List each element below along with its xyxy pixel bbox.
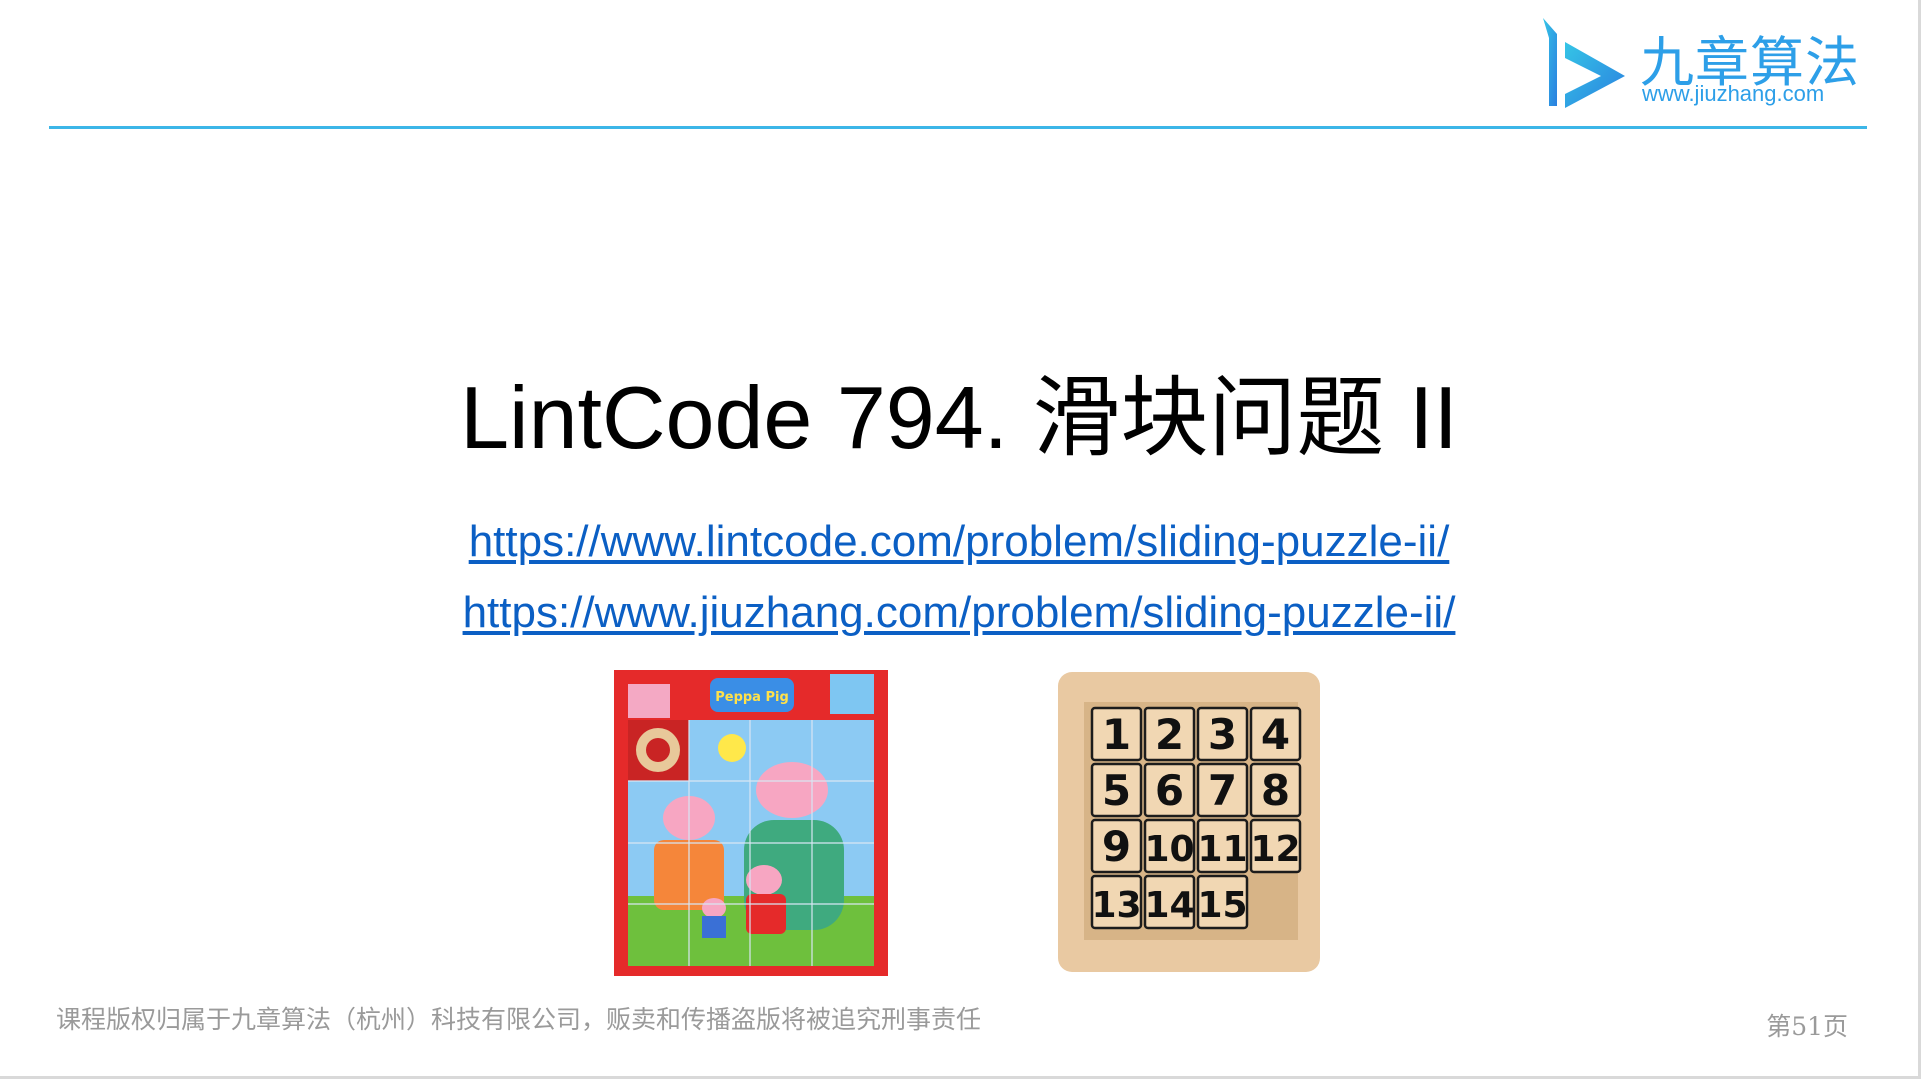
peppa-brand-label: Peppa Pig <box>715 690 789 705</box>
number-tile-label: 11 <box>1197 829 1247 870</box>
number-tile-label: 4 <box>1261 710 1290 759</box>
jiuzhang-link-row: https://www.jiuzhang.com/problem/sliding… <box>0 587 1918 639</box>
slide: 九章算法 www.jiuzhang.com LintCode 794. 滑块问题… <box>0 0 1921 1079</box>
number-tile-label: 9 <box>1102 822 1131 871</box>
number-tile-label: 14 <box>1144 885 1194 926</box>
jiuzhang-link[interactable]: https://www.jiuzhang.com/problem/sliding… <box>463 588 1456 637</box>
slide-title: LintCode 794. 滑块问题 II <box>460 368 1458 467</box>
number-tile-label: 12 <box>1250 829 1300 870</box>
number-tile-label: 3 <box>1208 710 1237 759</box>
peppa-puzzle-image: Peppa Pig <box>614 670 888 976</box>
number-tile-label: 5 <box>1102 766 1131 815</box>
number-tile-label: 15 <box>1197 885 1247 926</box>
number-tile-label: 6 <box>1155 766 1184 815</box>
number-tile-label: 1 <box>1102 710 1131 759</box>
logo-url: www.jiuzhang.com <box>1642 81 1825 106</box>
lintcode-link[interactable]: https://www.lintcode.com/problem/sliding… <box>469 517 1450 566</box>
lintcode-link-row: https://www.lintcode.com/problem/sliding… <box>0 516 1918 568</box>
number-tile-label: 10 <box>1144 829 1194 870</box>
header-divider <box>49 126 1867 129</box>
number-puzzle-image: 1 2 3 45 6 7 89 10 11 1213 14 15 <box>1058 672 1320 972</box>
number-tile-label: 8 <box>1261 766 1290 815</box>
logo-mark-icon <box>1543 18 1625 108</box>
page-number: 第51页 <box>1766 1012 1848 1041</box>
number-tile-label: 13 <box>1091 885 1141 926</box>
jiuzhang-logo[interactable]: 九章算法 www.jiuzhang.com <box>1535 12 1875 117</box>
number-tile-label: 2 <box>1155 710 1184 759</box>
copyright-notice: 课程版权归属于九章算法（杭州）科技有限公司，贩卖和传播盗版将被追究刑事责任 <box>56 1005 982 1034</box>
number-tile-label: 7 <box>1208 766 1237 815</box>
